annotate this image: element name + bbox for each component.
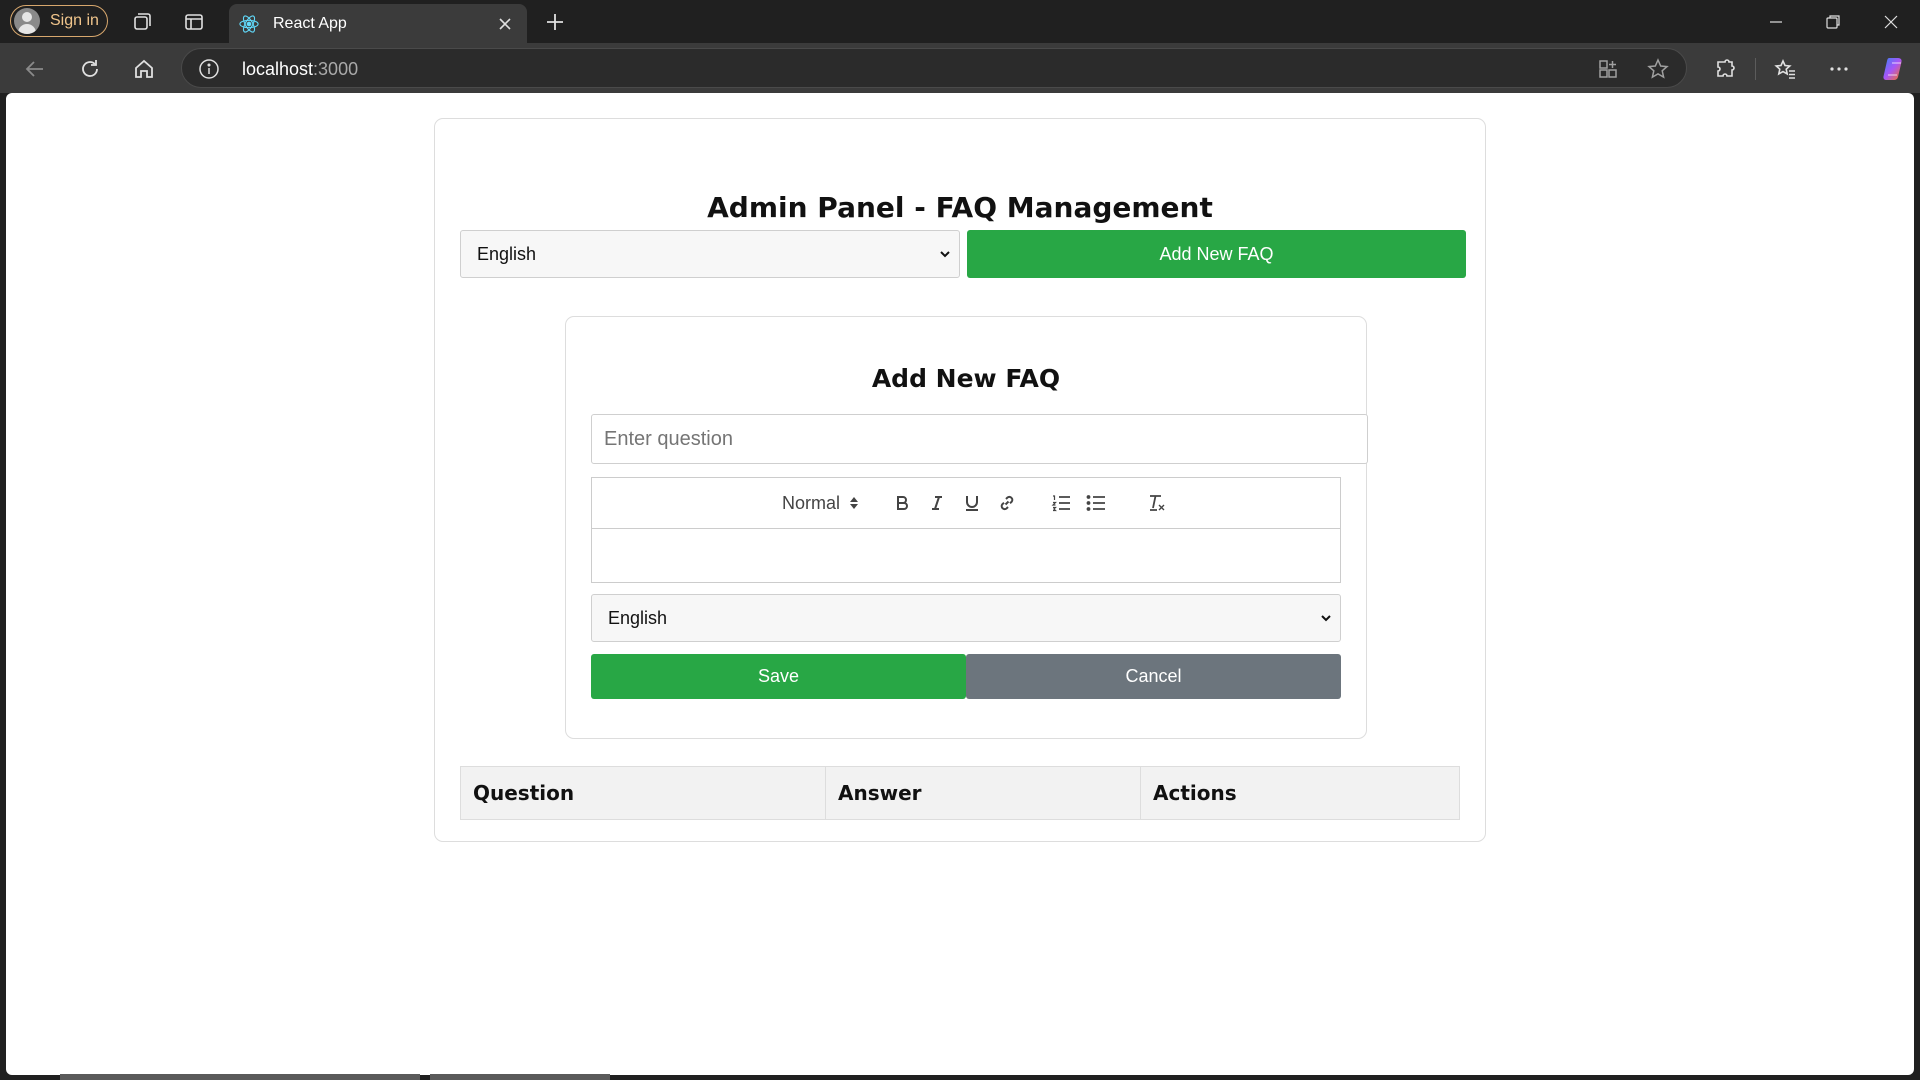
add-faq-form: Add New FAQ Normal (565, 316, 1368, 739)
language-filter-wrapper: English (460, 230, 960, 278)
add-new-faq-button[interactable]: Add New FAQ (967, 230, 1466, 278)
bold-icon[interactable] (890, 491, 914, 515)
vertical-tabs-icon[interactable] (180, 8, 208, 36)
close-tab-icon[interactable] (495, 14, 515, 34)
editor-toolbar: Normal (592, 478, 1340, 529)
link-icon[interactable] (995, 491, 1019, 515)
horizontal-scrollbar-thumb[interactable] (60, 1074, 420, 1080)
answer-rich-text-editor: Normal (591, 477, 1341, 583)
answer-editor-area[interactable] (592, 529, 1340, 582)
workspaces-icon[interactable] (128, 8, 156, 36)
tab-react-app[interactable]: React App (229, 4, 527, 43)
minimize-icon[interactable] (1761, 7, 1791, 37)
restore-icon[interactable] (1818, 7, 1848, 37)
site-info-icon[interactable] (198, 58, 220, 80)
cancel-button[interactable]: Cancel (966, 654, 1341, 699)
address-bar[interactable]: localhost:3000 (181, 48, 1687, 88)
form-language-wrapper: English (591, 594, 1341, 642)
avatar-icon (14, 8, 40, 34)
table-header-question: Question (461, 767, 826, 819)
form-language-select[interactable]: English (591, 594, 1341, 642)
italic-icon[interactable] (925, 491, 949, 515)
home-icon[interactable] (128, 53, 160, 85)
refresh-icon[interactable] (74, 53, 106, 85)
url-text: localhost:3000 (242, 59, 359, 79)
admin-panel-container: Admin Panel - FAQ Management English Add… (434, 118, 1486, 842)
signin-label: Sign in (50, 12, 99, 29)
back-icon[interactable] (19, 53, 51, 85)
react-logo-icon (239, 14, 259, 34)
ordered-list-icon[interactable] (1049, 491, 1073, 515)
copilot-icon[interactable] (1878, 53, 1910, 85)
picker-arrows-icon (850, 497, 858, 509)
form-title: Add New FAQ (871, 364, 1061, 393)
apps-icon[interactable] (1596, 57, 1620, 81)
faq-table-header: Question Answer Actions (460, 766, 1460, 820)
extensions-icon[interactable] (1709, 53, 1741, 85)
underline-icon[interactable] (960, 491, 984, 515)
toolbar-divider (1755, 58, 1756, 80)
new-tab-icon[interactable] (541, 8, 569, 36)
page-title: Admin Panel - FAQ Management (707, 191, 1213, 224)
tab-strip: Sign in React App (0, 0, 1920, 43)
question-input[interactable] (591, 414, 1368, 464)
tab-title: React App (273, 14, 347, 32)
close-window-icon[interactable] (1876, 7, 1906, 37)
page-viewport: Admin Panel - FAQ Management English Add… (6, 93, 1914, 1075)
favorites-icon[interactable] (1769, 53, 1801, 85)
save-button[interactable]: Save (591, 654, 966, 699)
browser-toolbar: localhost:3000 (0, 43, 1920, 93)
heading-format-picker[interactable]: Normal (780, 491, 862, 515)
clear-format-icon[interactable] (1145, 491, 1169, 515)
language-filter-select[interactable]: English (460, 230, 960, 278)
bullet-list-icon[interactable] (1084, 491, 1108, 515)
table-header-actions: Actions (1153, 781, 1237, 805)
table-header-answer: Answer (826, 767, 1141, 819)
more-options-icon[interactable] (1823, 53, 1855, 85)
format-picker-label: Normal (781, 492, 840, 513)
favorite-star-icon[interactable] (1646, 57, 1670, 81)
profile-signin-button[interactable]: Sign in (10, 5, 108, 37)
horizontal-scrollbar-track (430, 1074, 610, 1080)
